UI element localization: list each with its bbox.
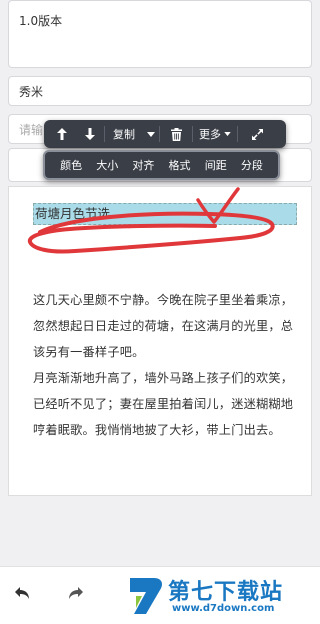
spacing-label: 间距 <box>204 159 227 172</box>
color-button[interactable]: 颜色 <box>60 152 82 178</box>
expand-icon <box>251 128 263 140</box>
format-toolbar-secondary: 颜色 大小 对齐 格式 间距 分段 <box>43 150 280 180</box>
more-button[interactable]: 更多 <box>193 120 237 148</box>
caret-down-icon <box>147 131 155 137</box>
format-button[interactable]: 格式 <box>169 152 191 178</box>
arrow-down-icon <box>85 128 95 140</box>
article-paragraph[interactable]: 月亮渐渐地升高了，墙外马路上孩子们的欢笑，已经听不见了；妻在屋里拍着闰儿，迷迷糊… <box>33 365 295 443</box>
summary-placeholder: 请输 <box>19 122 44 137</box>
spacing-button[interactable]: 间距 <box>205 152 227 178</box>
copy-options-dropdown[interactable] <box>143 120 159 148</box>
expand-button[interactable] <box>238 120 276 148</box>
redo-icon <box>69 587 83 599</box>
version-field[interactable]: 1.0版本 <box>8 0 312 68</box>
paragraph-label: 分段 <box>240 159 263 172</box>
format-toolbar-primary: 复制 更多 <box>44 120 286 148</box>
undo-icon <box>15 587 29 599</box>
move-up-button[interactable] <box>48 120 76 148</box>
author-value: 秀米 <box>19 84 44 99</box>
trash-icon <box>170 127 182 141</box>
version-value: 1.0版本 <box>19 14 63 28</box>
size-label: 大小 <box>96 159 119 172</box>
undo-button[interactable] <box>14 585 30 604</box>
format-label: 格式 <box>168 159 191 172</box>
caret-down-icon <box>224 132 231 136</box>
article-editor[interactable]: 荷塘月色节选 这几天心里颇不宁静。今晚在院子里坐着乘凉，忽然想起日日走过的荷塘，… <box>8 186 312 496</box>
align-button[interactable]: 对齐 <box>132 152 154 178</box>
align-label: 对齐 <box>132 159 155 172</box>
site-watermark: 第七下载站 www.d7down.com <box>124 574 312 618</box>
color-label: 颜色 <box>60 159 83 172</box>
watermark-brand: 第七下载站 <box>168 580 284 605</box>
watermark-url: www.d7down.com <box>172 603 275 614</box>
copy-label: 复制 <box>113 128 135 141</box>
copy-button[interactable]: 复制 <box>105 120 143 148</box>
more-label: 更多 <box>199 128 221 141</box>
d7-logo-icon <box>130 578 162 614</box>
article-heading[interactable]: 荷塘月色节选 <box>33 203 297 225</box>
move-down-button[interactable] <box>76 120 104 148</box>
size-button[interactable]: 大小 <box>96 152 118 178</box>
arrow-up-icon <box>57 128 67 140</box>
redo-button[interactable] <box>68 585 84 604</box>
article-paragraph[interactable]: 这几天心里颇不宁静。今晚在院子里坐着乘凉，忽然想起日日走过的荷塘，在这满月的光里… <box>33 287 295 365</box>
paragraph-button[interactable]: 分段 <box>241 152 263 178</box>
delete-button[interactable] <box>160 120 192 148</box>
author-field[interactable]: 秀米 <box>8 76 312 106</box>
